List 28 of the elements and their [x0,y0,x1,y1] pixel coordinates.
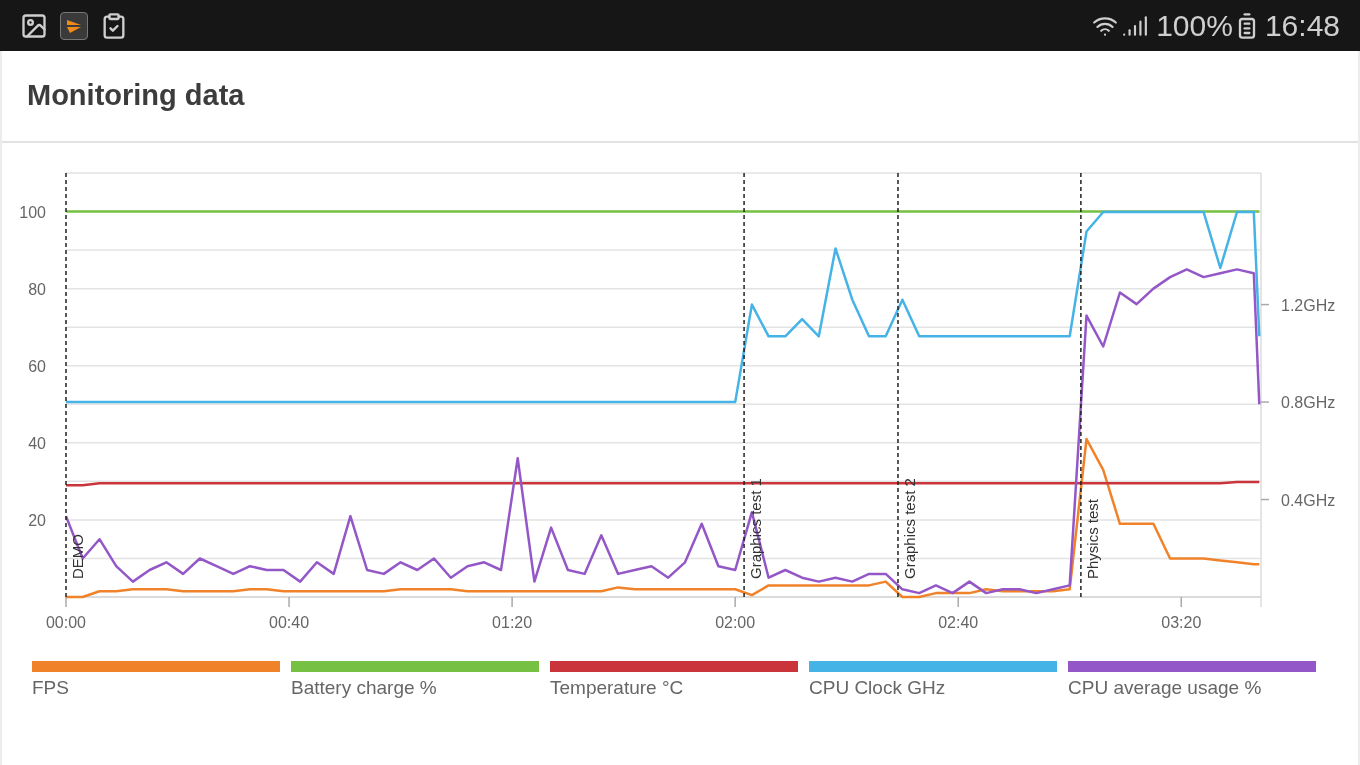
x-tick-label: 03:20 [1161,614,1202,631]
x-tick-label: 02:40 [938,614,979,631]
y-tick-label: 20 [28,511,46,529]
battery-percent: 100% [1156,8,1233,44]
x-tick-label: 02:00 [715,614,756,631]
y-tick-label: 100 [19,203,46,221]
marker-label: DEMO [69,534,86,579]
legend-label: Temperature °C [550,676,685,700]
y-tick-label: 80 [28,280,46,298]
y2-tick-label: 1.2GHz [1281,296,1336,314]
marker-label: Graphics test 1 [747,478,765,579]
y-tick-label: 40 [28,434,46,452]
x-tick-label: 00:40 [269,614,310,631]
marker-label: Graphics test 2 [901,478,918,579]
card-title: Monitoring data [27,78,245,114]
gallery-icon [20,11,48,40]
legend-label: CPU Clock GHz [809,676,947,700]
marker-label: Physics test [1083,498,1101,579]
x-tick-label: 00:00 [46,614,86,631]
legend-label: CPU average usage % [1068,676,1263,700]
legend-label: FPS [32,676,70,700]
y2-tick-label: 0.8GHz [1281,394,1336,412]
app-icon [60,11,88,40]
y2-tick-label: 0.4GHz [1281,491,1336,509]
y-tick-label: 60 [28,357,46,375]
clock: 16:48 [1264,8,1340,44]
legend-label: Battery charge % [291,676,438,700]
x-tick-label: 01:20 [492,614,533,631]
